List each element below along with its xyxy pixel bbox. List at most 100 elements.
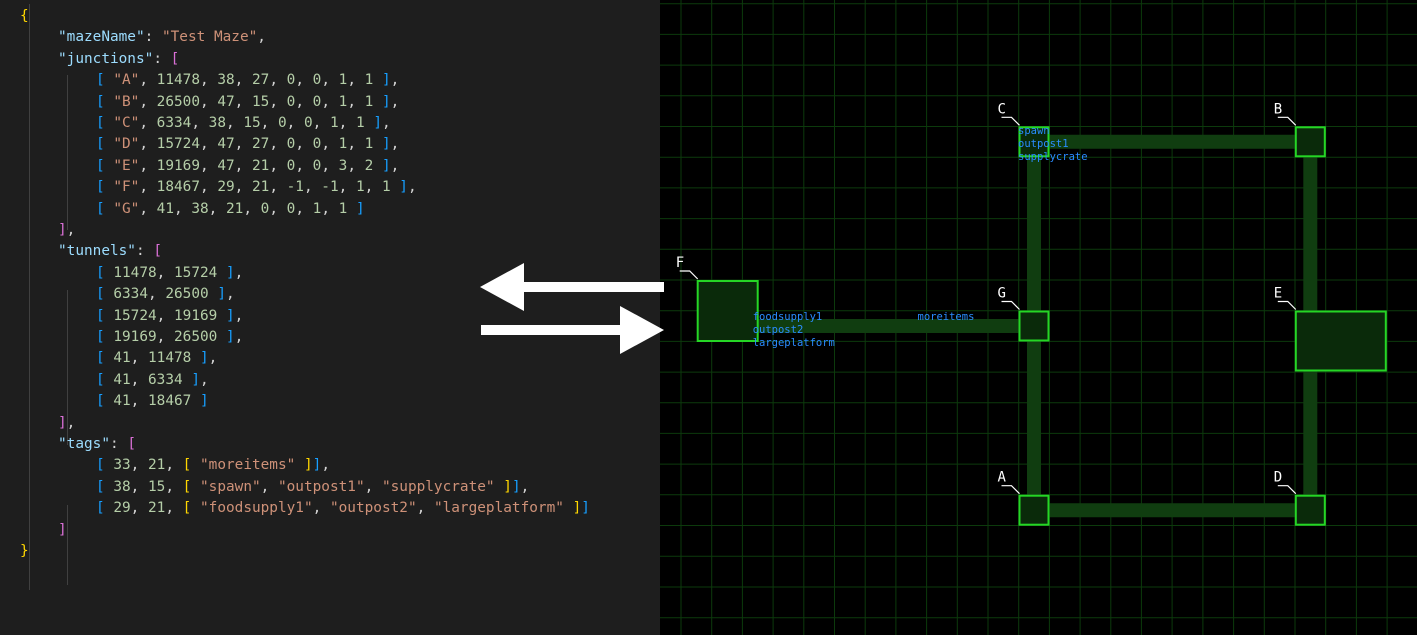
code-token: , [225,115,244,131]
code-token: 21 [251,157,270,174]
code-token: 41 [156,200,174,217]
code-token: 0 [312,93,322,110]
code-token: , [364,179,382,196]
code-token: -1 [286,179,304,196]
tag-label: largeplatform [753,337,835,349]
code-token: "C" [113,115,140,131]
code-token: , [208,200,226,217]
junction-b[interactable] [1294,126,1326,158]
code-token: 18467 [148,393,192,410]
code-token: [ [96,115,105,131]
code-token: ] [381,72,391,89]
code-token: 0 [312,136,322,153]
code-token: 15 [243,115,261,131]
code-token: 38 [217,72,235,89]
code-token: , [243,200,261,217]
code-line: [ 19169, 26500 ], [96,326,243,348]
code-token: "spawn" [200,478,261,495]
code-token: "largeplatform" [433,500,564,517]
junction-callout [1001,485,1020,495]
code-token: , [286,115,304,131]
code-token: 18467 [156,179,200,196]
code-token: , [312,115,330,131]
code-token: ] [381,136,391,153]
junction-d[interactable] [1294,494,1326,526]
code-token: 21 [251,179,270,196]
code-token: ] [226,264,235,281]
junction-g[interactable] [1018,310,1050,342]
code-token: , [269,136,287,153]
code-line: ] [58,519,67,541]
indent-guide [67,505,68,585]
code-token: , [234,136,252,153]
code-line: [ "D", 15724, 47, 27, 0, 0, 1, 1 ], [96,133,399,155]
code-token: 47 [217,136,235,153]
code-token: 15 [251,93,270,110]
code-line: [ 38, 15, [ "spawn", "outpost1", "supply… [96,476,529,498]
code-token: , [234,264,244,281]
junction-callout [1001,116,1020,126]
code-token: [ [96,200,105,217]
code-token: , [295,93,313,110]
code-token: 38 [113,478,131,495]
tag-label: foodsupply1 [753,311,823,323]
code-token: ] [217,286,226,303]
code-token: , [130,457,148,474]
code-token: 0 [286,93,296,110]
code-token: "B" [113,93,140,110]
code-token: 47 [217,93,235,110]
tag-label: outpost1 [1018,138,1069,150]
junction-a[interactable] [1018,494,1050,526]
code-token: : [153,50,171,67]
code-token: , [321,457,330,474]
code-token: , [416,500,434,517]
maze-view[interactable]: A B C D E F G moreitems spawn outpost1 supplycrat… [660,0,1417,635]
code-token: , [200,93,218,110]
junction-label-c: C [998,101,1006,117]
code-token: , [66,414,76,431]
code-token: ] [399,179,408,196]
code-token: [ [170,50,180,67]
code-line: [ "B", 26500, 47, 15, 0, 0, 1, 1 ], [96,91,399,113]
code-token: , [139,200,157,217]
code-token: , [390,157,400,174]
code-token: ] [226,329,235,345]
code-token: 1 [329,115,339,131]
code-token: , [520,478,530,495]
code-token: , [139,115,157,131]
code-token: , [156,307,174,324]
code-token: ] [303,457,313,474]
code-token: , [321,157,339,174]
junction-callout [1001,300,1020,310]
code-token: , [390,93,400,110]
code-line: [ 11478, 15724 ], [96,262,243,284]
code-token: , [347,136,365,153]
screen: {"mazeName": "Test Maze", "junctions": [[… [0,0,1417,635]
code-token: 26500 [156,93,200,110]
code-token: [ [96,478,105,495]
code-token: , [191,115,209,131]
junction-e[interactable] [1294,310,1387,372]
code-token: , [139,72,157,89]
code-token: , [269,157,287,174]
code-line: [ "G", 41, 38, 21, 0, 0, 1, 1 ] [96,198,365,220]
code-line: [ "C", 6334, 38, 15, 0, 0, 1, 1 ], [96,112,391,134]
code-token: "foodsupply1" [200,500,313,517]
code-token: 0 [303,115,313,131]
code-token: , [66,222,76,238]
code-token: -1 [321,179,339,196]
code-token: [ [96,457,105,474]
code-token: 29 [217,179,235,196]
code-token: [ [96,393,105,410]
code-token: 38 [208,115,226,131]
junction-f[interactable] [696,280,759,342]
json-code-editor[interactable]: {"mazeName": "Test Maze", "junctions": [[… [0,0,660,635]
